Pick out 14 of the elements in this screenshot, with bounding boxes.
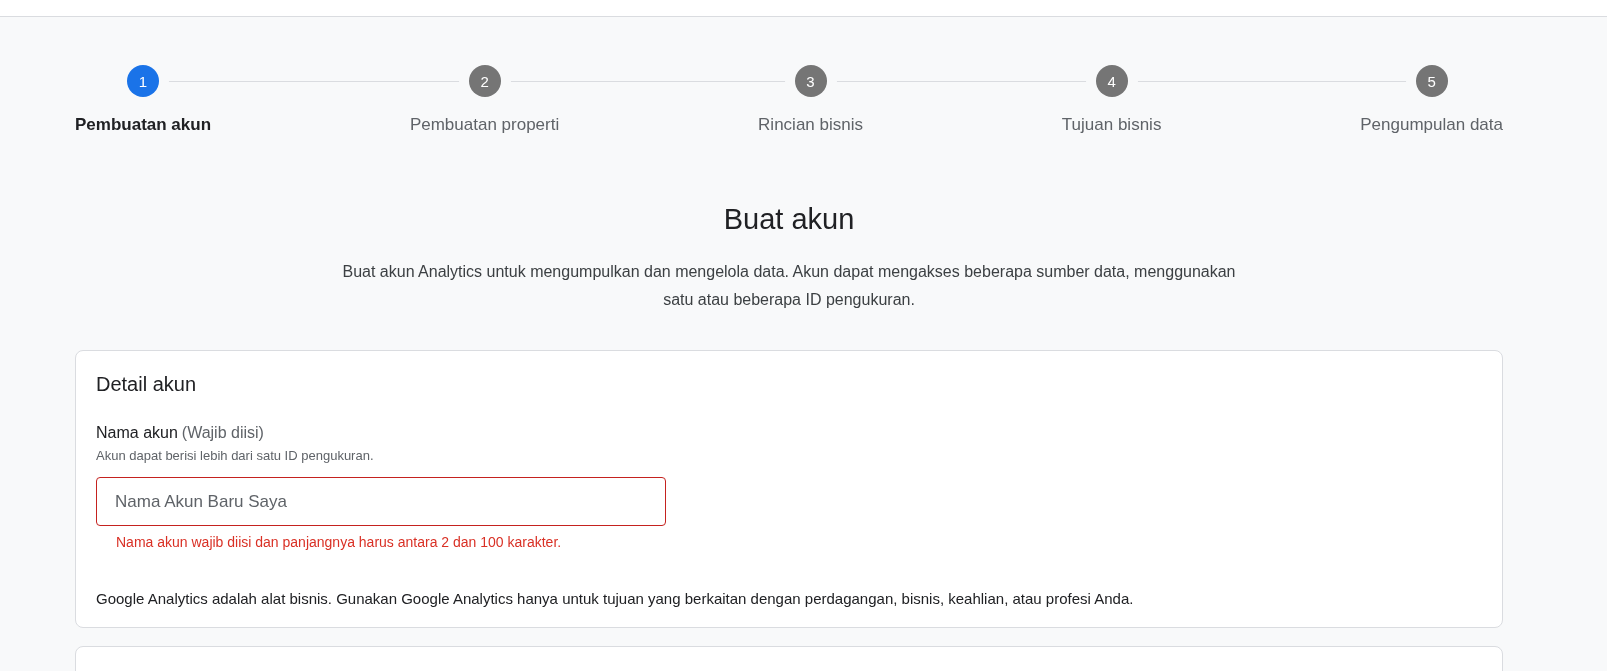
step-label: Pembuatan akun xyxy=(75,115,212,135)
card-title: Detail akun xyxy=(96,373,198,396)
step-label: Tujuan bisnis xyxy=(1061,115,1162,135)
error-message: Nama akun wajib diisi dan panjangnya harus antara 2 dan 100 karakter. xyxy=(116,534,563,550)
page-title: Buat akun xyxy=(722,203,856,236)
account-name-field[interactable]: Nama Akun Baru Saya xyxy=(96,477,666,526)
step-label: Pengumpulan data xyxy=(1360,115,1503,135)
step-label: Rincian bisnis xyxy=(758,115,863,135)
page-description: Buat akun Analytics untuk mengumpulkan dan mengelola data. Akun dapat mengakses beberapa sumber data, menggunakan satu atau beberapa ID pengukuran. xyxy=(341,262,1237,310)
field-label: Nama akun xyxy=(96,424,178,442)
required-note: (Wajib diisi) xyxy=(181,424,264,442)
notice-text: Google Analytics adalah alat bisnis. Gunakan Google Analytics hanya untuk tujuan yang berkaitan dengan perdagangan, bisnis, keahlian, atau profesi Anda. xyxy=(96,590,1135,607)
step-label: Pembuatan properti xyxy=(409,115,560,135)
field-hint: Akun dapat berisi lebih dari satu ID pengukuran. xyxy=(96,448,375,463)
